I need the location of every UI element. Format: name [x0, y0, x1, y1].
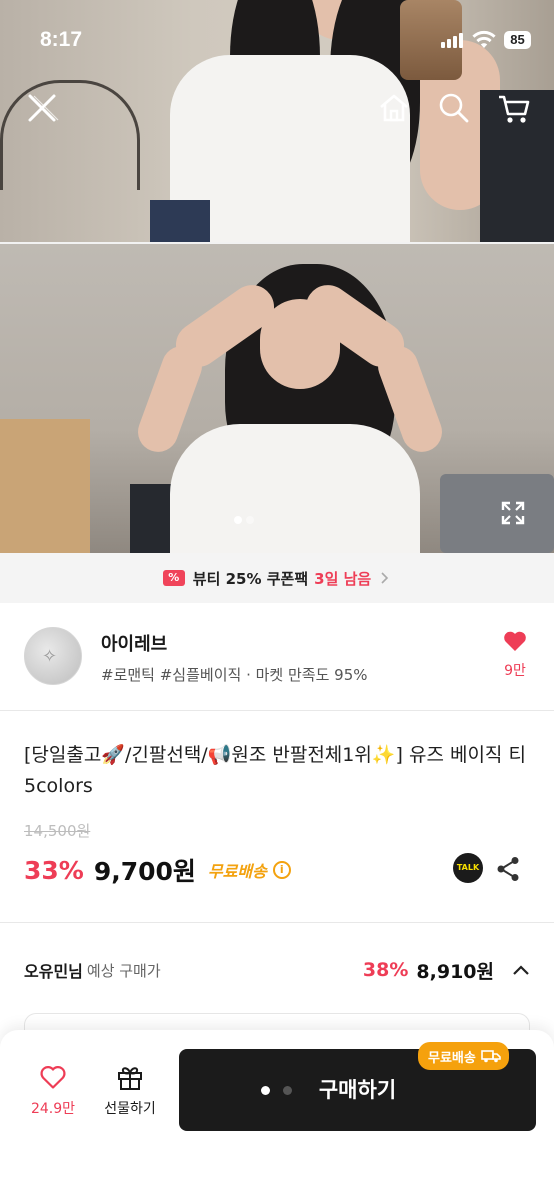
discount-rate: 33% — [24, 855, 84, 885]
shop-avatar[interactable]: ✧ — [24, 627, 82, 685]
free-shipping-badge-label: 무료배송 — [428, 1050, 476, 1066]
sale-price: 9,700원 — [93, 857, 196, 886]
cart-icon[interactable] — [496, 90, 532, 126]
chevron-right-icon — [381, 572, 389, 584]
coupon-icon: % — [162, 570, 185, 586]
shop-logo-icon: ✧ — [42, 646, 58, 667]
free-shipping-label: 무료배송 — [207, 862, 267, 881]
close-icon[interactable] — [24, 90, 60, 126]
image-pager-dots — [234, 516, 254, 526]
search-icon[interactable] — [436, 90, 472, 126]
status-bar: 8:17 85 — [0, 0, 554, 80]
expected-price-label: 예상 구매가 — [86, 961, 161, 980]
original-price: 14,500원 — [24, 822, 91, 840]
expected-discount: 38% — [362, 959, 409, 981]
gift-icon — [118, 1067, 142, 1090]
share-icon[interactable] — [496, 856, 520, 882]
like-count: 24.9만 — [30, 1101, 76, 1117]
chevron-up-icon[interactable] — [512, 964, 530, 976]
truck-icon — [481, 1050, 501, 1063]
member-name: 오유민님 — [24, 962, 83, 981]
wifi-icon — [472, 30, 496, 50]
shop-like-count: 9만 — [504, 663, 526, 679]
coupon-text: 뷰티 25% 쿠폰팩 — [192, 569, 309, 588]
gift-label: 선물하기 — [104, 1101, 156, 1117]
status-time: 8:17 — [40, 28, 83, 51]
heart-outline-icon — [40, 1066, 66, 1089]
fullscreen-icon[interactable] — [499, 499, 527, 527]
home-icon[interactable] — [376, 90, 412, 126]
shop-tags: #로맨틱 #심플베이직 · 마켓 만족도 95% — [101, 666, 368, 684]
product-title: [당일출고🚀/긴팔선택/📢원조 반팔전체1위✨] 유즈 베이직 티 5color… — [24, 744, 526, 797]
expected-price-row[interactable]: 오유민님 예상 구매가 38% 8,910원 — [24, 955, 530, 985]
coupon-banner[interactable]: % 뷰티 25% 쿠폰팩 3일 남음 — [0, 553, 554, 603]
shop-info[interactable]: ✧ 아이레브 #로맨틱 #심플베이직 · 마켓 만족도 95% 9만 — [0, 603, 554, 711]
info-icon[interactable]: i — [272, 861, 291, 879]
expected-price: 8,910원 — [416, 960, 494, 983]
gift-button[interactable]: 선물하기 — [95, 1064, 165, 1118]
shop-like-button[interactable]: 9만 — [498, 630, 532, 680]
kakao-talk-button[interactable]: TALK — [453, 853, 483, 883]
signal-icon — [441, 32, 465, 48]
coupon-days-left: 3일 남음 — [314, 569, 372, 588]
product-image-gallery[interactable]: 8:17 85 — [0, 0, 554, 553]
battery-indicator: 85 — [504, 31, 531, 49]
shop-name[interactable]: 아이레브 — [101, 630, 167, 656]
product-photo-bottom — [0, 244, 554, 553]
free-shipping-badge: 무료배송 — [418, 1042, 509, 1070]
price-row: 33% 9,700원 무료배송 i — [24, 852, 291, 888]
heart-filled-icon — [504, 631, 526, 651]
like-button[interactable]: 24.9만 — [18, 1064, 88, 1118]
